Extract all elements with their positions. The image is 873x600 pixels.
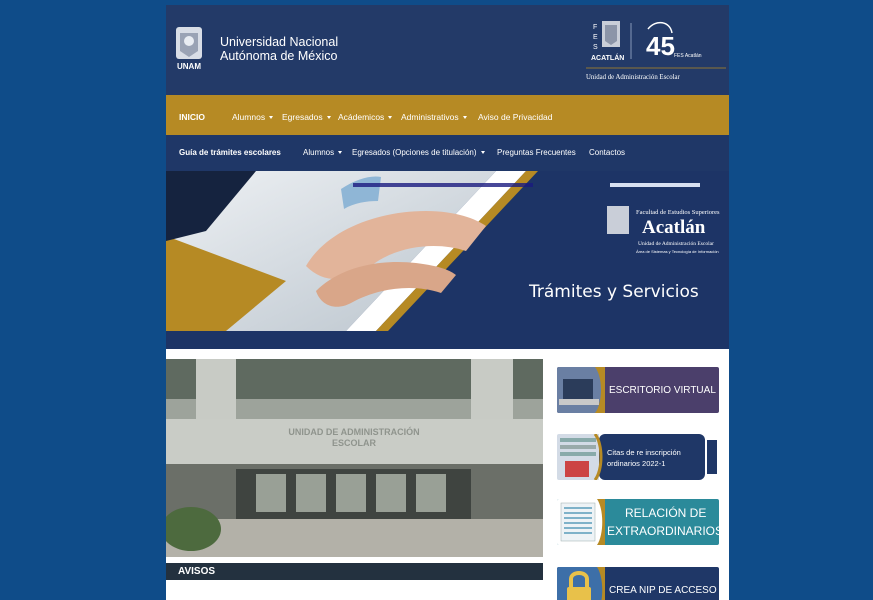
nav-egresados-label: Egresados bbox=[282, 112, 323, 122]
banner-area: Área de Sistemas y Tecnología de Informa… bbox=[636, 249, 719, 254]
anniversary-text: 45 bbox=[646, 31, 675, 61]
banner-faculty-line: Facultad de Estudios Superiores bbox=[636, 209, 720, 216]
subnav-alumnos[interactable]: Alumnos bbox=[303, 148, 342, 157]
fes-acatlan-small: FES Acatlán bbox=[674, 53, 702, 59]
citas-line2: ordinarios 2022-1 bbox=[607, 459, 665, 468]
secondary-nav: Guía de trámites escolares Alumnos Egres… bbox=[166, 135, 729, 171]
university-name-line1: Universidad Nacional bbox=[220, 35, 339, 49]
nav-aviso-privacidad[interactable]: Aviso de Privacidad bbox=[478, 112, 553, 122]
citas-reinscripcion-button[interactable]: Citas de re inscripción ordinarios 2022-… bbox=[557, 434, 719, 480]
subnav-alumnos-label: Alumnos bbox=[303, 148, 335, 157]
escritorio-virtual-label: ESCRITORIO VIRTUAL bbox=[609, 385, 716, 396]
citas-line1: Citas de re inscripción bbox=[607, 448, 681, 457]
unam-shield-icon: UNAM bbox=[176, 27, 202, 71]
primary-nav: INICIO Alumnos Egresados Acádemicos Admi… bbox=[166, 95, 729, 135]
laptop-icon bbox=[557, 367, 605, 413]
unam-logo-text: UNAM bbox=[177, 62, 201, 71]
unam-logo[interactable]: UNAM bbox=[174, 25, 204, 73]
document-list-icon bbox=[557, 499, 605, 545]
nav-academicos-label: Acádemicos bbox=[338, 112, 385, 122]
web-page: UNAM Universidad Nacional Autónoma de Mé… bbox=[166, 5, 729, 600]
padlock-icon bbox=[557, 567, 605, 600]
site-header: UNAM Universidad Nacional Autónoma de Mé… bbox=[166, 5, 729, 95]
svg-text:F: F bbox=[593, 24, 597, 31]
subnav-egresados-label: Egresados (Opciones de titulación) bbox=[352, 148, 477, 157]
nav-alumnos[interactable]: Alumnos bbox=[232, 112, 273, 122]
university-name[interactable]: Universidad Nacional Autónoma de México bbox=[220, 35, 338, 63]
hero-banner-graphic: Facultad de Estudios Superiores Acatlán … bbox=[166, 171, 729, 331]
nav-alumnos-label: Alumnos bbox=[232, 112, 266, 122]
main-content: UNIDAD DE ADMINISTRACIÓN ESCOLAR AVISOS … bbox=[166, 359, 729, 600]
building-photo-graphic: UNIDAD DE ADMINISTRACIÓN ESCOLAR bbox=[166, 359, 543, 557]
nav-administrativos-label: Administrativos bbox=[401, 112, 459, 122]
banner-unit: Unidad de Administración Escolar bbox=[638, 241, 714, 247]
nav-academicos[interactable]: Acádemicos bbox=[338, 112, 392, 122]
subnav-contactos[interactable]: Contactos bbox=[589, 148, 625, 157]
guia-tramites-title[interactable]: Guía de trámites escolares bbox=[179, 148, 281, 157]
subnav-preguntas-frecuentes[interactable]: Preguntas Frecuentes bbox=[497, 148, 576, 157]
crea-nip-label: CREA NIP DE ACCESO bbox=[609, 585, 717, 596]
banner-campus: Acatlán bbox=[642, 217, 706, 238]
fes-acatlan-logo-icon: F E S ACATLÁN 45 FES Acatlán Unidad de A… bbox=[586, 21, 726, 81]
relacion-line2: EXTRAORDINARIOS bbox=[607, 524, 719, 538]
unidad-admin-text: Unidad de Administración Escolar bbox=[586, 74, 681, 81]
relacion-extraordinarios-button[interactable]: RELACIÓN DE EXTRAORDINARIOS bbox=[557, 499, 719, 545]
nav-inicio[interactable]: INICIO bbox=[179, 112, 205, 122]
nav-egresados[interactable]: Egresados bbox=[282, 112, 331, 122]
building-photo[interactable]: UNIDAD DE ADMINISTRACIÓN ESCOLAR bbox=[166, 359, 543, 557]
hero-banner[interactable]: Facultad de Estudios Superiores Acatlán … bbox=[166, 171, 729, 331]
svg-text:E: E bbox=[593, 34, 598, 41]
acatlan-logo-text: ACATLÁN bbox=[591, 53, 624, 62]
photo-sign-line2: ESCOLAR bbox=[332, 438, 377, 448]
university-name-line2: Autónoma de México bbox=[220, 49, 338, 63]
banner-headline: Trámites y Servicios bbox=[528, 282, 699, 302]
escritorio-virtual-button[interactable]: ESCRITORIO VIRTUAL bbox=[557, 367, 719, 413]
relacion-line1: RELACIÓN DE bbox=[625, 506, 707, 520]
svg-text:S: S bbox=[593, 44, 598, 51]
subnav-egresados[interactable]: Egresados (Opciones de titulación) bbox=[352, 148, 485, 157]
acatlan-logo[interactable]: F E S ACATLÁN 45 FES Acatlán Unidad de A… bbox=[586, 13, 726, 89]
photo-sign-line1: UNIDAD DE ADMINISTRACIÓN bbox=[288, 426, 419, 437]
nav-administrativos[interactable]: Administrativos bbox=[401, 112, 467, 122]
citas-banner-graphic: Citas de re inscripción ordinarios 2022-… bbox=[557, 434, 719, 480]
banner-bottom-strip bbox=[166, 331, 729, 349]
avisos-heading: AVISOS bbox=[166, 563, 543, 580]
crea-nip-button[interactable]: CREA NIP DE ACCESO bbox=[557, 567, 719, 600]
